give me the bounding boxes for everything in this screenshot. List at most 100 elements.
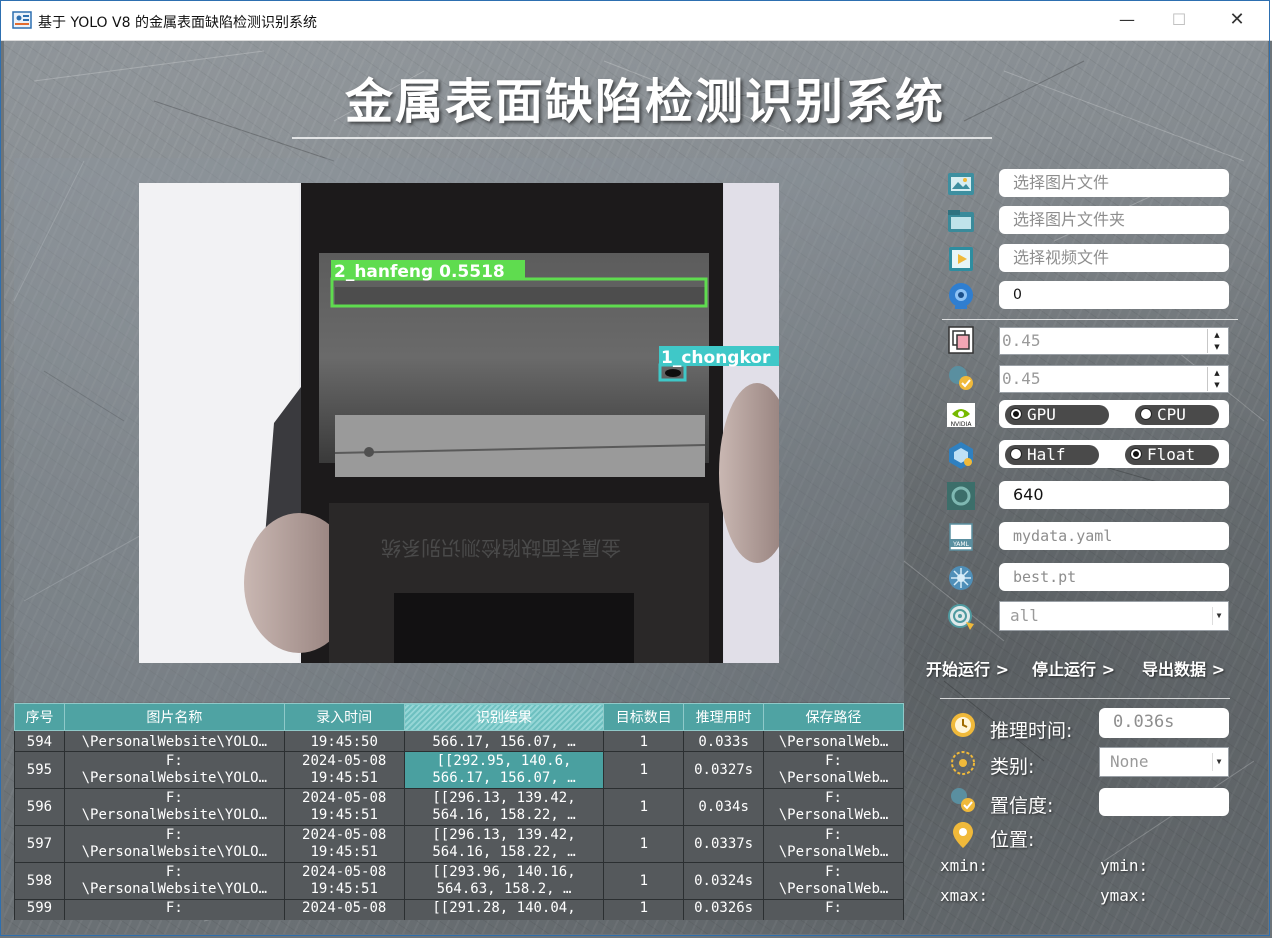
down-arrow-icon[interactable]: ▼	[1208, 379, 1226, 391]
select-video-input[interactable]: 选择视频文件	[999, 244, 1229, 272]
export-button[interactable]: 导出数据 >	[1142, 656, 1225, 680]
class-filter-value: all	[1010, 606, 1039, 625]
confidence-label: 置信度:	[990, 795, 1054, 817]
detection-label-chongkong: 1_chongkor	[661, 348, 771, 368]
table-row[interactable]: 595 F: \PersonalWebsite\YOLO… 2024-05-08 1…	[14, 751, 904, 789]
table-row[interactable]: 597 F: \PersonalWebsite\YOLO… 2024-05-08 1…	[14, 825, 904, 863]
column-header-time[interactable]: 录入时间	[283, 703, 405, 731]
cell-id: 596	[14, 788, 65, 826]
confidence-spinbox[interactable]: 0.45 ▲ ▼	[999, 365, 1229, 393]
cell-infer: 0.0326s	[683, 899, 765, 920]
radio-unchecked-icon	[1010, 448, 1022, 460]
radio-unchecked-icon	[1140, 408, 1152, 420]
infer-time-value: 0.036s	[1099, 708, 1229, 738]
data-yaml-input[interactable]: mydata.yaml	[999, 522, 1229, 550]
cell-path: F: \PersonalWeb…	[763, 751, 904, 789]
class-filter-icon	[948, 604, 974, 630]
table-header-row: 序号 图片名称 录入时间 识别结果 目标数目 推理用时 保存路径	[14, 703, 904, 731]
close-button[interactable]: ✕	[1222, 8, 1252, 32]
cell-path: \PersonalWeb…	[763, 730, 904, 752]
results-table-grid: 序号 图片名称 录入时间 识别结果 目标数目 推理用时 保存路径 594 \Pe…	[14, 703, 904, 920]
iou-stepper[interactable]: ▲ ▼	[1207, 329, 1226, 353]
up-arrow-icon[interactable]: ▲	[1208, 367, 1226, 379]
xmin-label: xmin:	[940, 856, 989, 875]
up-arrow-icon[interactable]: ▲	[1208, 329, 1226, 341]
weights-input[interactable]: best.pt	[999, 563, 1229, 591]
device-selector: GPU CPU	[999, 400, 1229, 428]
precision-selector: Half Float	[999, 440, 1229, 468]
class-result-select[interactable]: None ▼	[1099, 747, 1229, 777]
results-table[interactable]: 序号 图片名称 录入时间 识别结果 目标数目 推理用时 保存路径 594 \Pe…	[14, 703, 904, 920]
column-header-path[interactable]: 保存路径	[763, 703, 904, 731]
cell-time: 2024-05-08 19:45:51	[283, 862, 405, 900]
iou-icon	[948, 326, 974, 354]
column-header-id[interactable]: 序号	[14, 703, 65, 731]
chevron-down-icon[interactable]: ▼	[1212, 607, 1225, 625]
cell-count: 1	[603, 751, 685, 789]
precision-icon	[949, 442, 973, 469]
class-icon	[951, 751, 975, 775]
ymin-label: ymin:	[1100, 856, 1149, 875]
cell-count: 1	[603, 788, 685, 826]
table-row[interactable]: 598 F: \PersonalWebsite\YOLO… 2024-05-08 1…	[14, 862, 904, 900]
confidence-stepper[interactable]: ▲ ▼	[1207, 367, 1226, 391]
image-size-input[interactable]: 640	[999, 481, 1229, 509]
cell-infer: 0.034s	[683, 788, 765, 826]
cell-id: 597	[14, 825, 65, 863]
chevron-down-icon[interactable]: ▼	[1212, 753, 1225, 771]
table-row[interactable]: 594 \PersonalWebsite\YOLO… 19:45:50 566.…	[14, 730, 904, 752]
column-header-name[interactable]: 图片名称	[63, 703, 285, 731]
table-row[interactable]: 596 F: \PersonalWebsite\YOLO… 2024-05-08 1…	[14, 788, 904, 826]
cell-count: 1	[603, 862, 685, 900]
cell-id: 599	[14, 899, 65, 920]
reflected-screen-text: 金属表面缺陷检测识别系统	[381, 536, 621, 560]
class-label: 类别:	[990, 756, 1035, 778]
column-header-count[interactable]: 目标数目	[603, 703, 685, 731]
cell-name: F: \PersonalWebsite\YOLO…	[63, 862, 285, 900]
start-button[interactable]: 开始运行 >	[926, 656, 1009, 680]
select-folder-input[interactable]: 选择图片文件夹	[999, 206, 1229, 234]
camera-input[interactable]: 0	[999, 281, 1229, 309]
class-filter-select[interactable]: all ▼	[999, 601, 1229, 631]
detection-image: 金属表面缺陷检测识别系统 2_hanfeng 0.5518 1_chongkor	[139, 183, 779, 663]
cell-infer: 0.0337s	[683, 825, 765, 863]
select-image-input[interactable]: 选择图片文件	[999, 169, 1229, 197]
cell-name: \PersonalWebsite\YOLO…	[63, 730, 285, 752]
minimize-button[interactable]: —	[1112, 8, 1142, 32]
cell-result: [[296.13, 139.42, 564.16, 158.22, …	[403, 788, 605, 826]
cell-result-selected: [[292.95, 140.6, 566.17, 156.07, …	[403, 751, 605, 789]
down-arrow-icon[interactable]: ▼	[1208, 341, 1226, 353]
clock-icon	[951, 713, 975, 737]
info-divider	[940, 698, 1230, 699]
image-file-icon[interactable]	[946, 169, 976, 199]
cell-infer: 0.0324s	[683, 862, 765, 900]
cell-name: F: \PersonalWebsite\YOLO…	[63, 751, 285, 789]
stop-button[interactable]: 停止运行 >	[1032, 656, 1115, 680]
iou-spinbox[interactable]: 0.45 ▲ ▼	[999, 327, 1229, 355]
cell-id: 595	[14, 751, 65, 789]
iou-value: 0.45	[1002, 331, 1041, 350]
column-header-infer[interactable]: 推理用时	[683, 703, 765, 731]
cell-count: 1	[603, 730, 685, 752]
gpu-radio[interactable]: GPU	[1005, 405, 1109, 425]
yaml-file-icon: YAML	[949, 523, 973, 551]
camera-icon[interactable]	[946, 281, 976, 311]
cell-path: F: \PersonalWeb…	[763, 788, 904, 826]
page-title: 金属表面缺陷检测识别系统	[344, 74, 945, 130]
table-row[interactable]: 599 F: 2024-05-08 [[291.28, 140.04, 1 0.…	[14, 899, 904, 920]
float-radio[interactable]: Float	[1125, 445, 1219, 465]
cell-time: 2024-05-08 19:45:51	[283, 751, 405, 789]
cell-id: 594	[14, 730, 65, 752]
maximize-button[interactable]: ☐	[1164, 8, 1194, 32]
cpu-radio[interactable]: CPU	[1135, 405, 1219, 425]
cell-count: 1	[603, 825, 685, 863]
location-pin-icon	[953, 822, 973, 848]
half-radio[interactable]: Half	[1005, 445, 1099, 465]
image-folder-icon[interactable]	[946, 206, 976, 236]
cell-infer: 0.033s	[683, 730, 765, 752]
column-header-result[interactable]: 识别结果	[403, 703, 605, 731]
cell-time: 2024-05-08 19:45:51	[283, 788, 405, 826]
video-file-icon[interactable]	[946, 244, 976, 274]
svg-text:YAML: YAML	[952, 541, 969, 548]
cell-name: F:	[63, 899, 285, 920]
